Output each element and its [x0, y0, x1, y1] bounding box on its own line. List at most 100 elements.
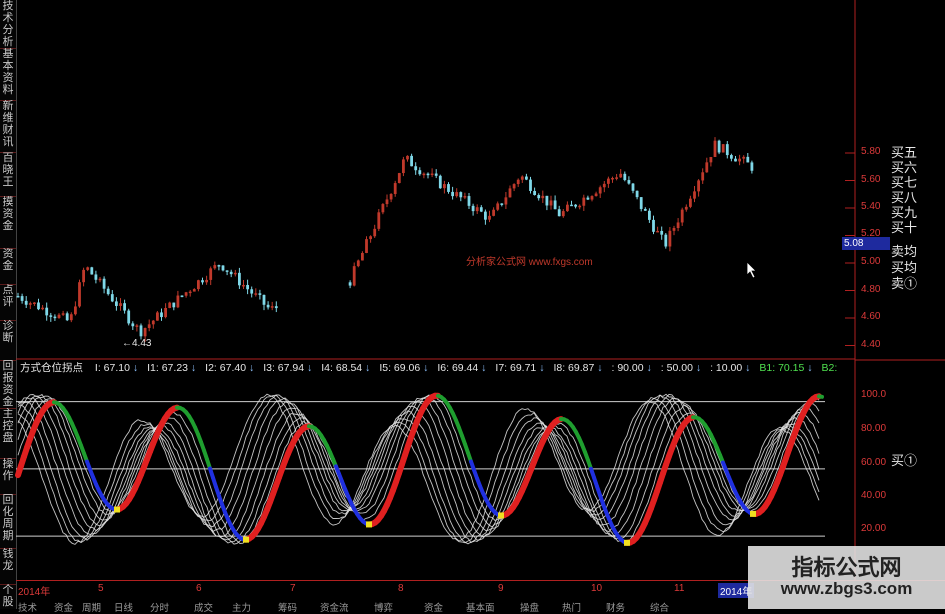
down-arrow-icon: ↓ [478, 362, 486, 374]
mouse-cursor-icon [746, 261, 758, 279]
candle-body [714, 141, 717, 157]
price-tick: 4.60 [861, 311, 889, 322]
candle-body [156, 312, 159, 320]
candle-body [70, 314, 73, 320]
turning-point-marker [243, 537, 249, 543]
down-arrow-icon: ↓ [742, 362, 750, 374]
current-price-flag: 5.08 [842, 237, 890, 250]
candle-body [365, 239, 368, 253]
candle-body [574, 205, 577, 207]
site-watermark: 指标公式网 www.zbgs3.com [748, 546, 945, 609]
candle-body [386, 199, 389, 204]
candle-body [521, 177, 524, 180]
bottom-tab[interactable]: 资金 [424, 600, 443, 614]
indicator-param: B2: 70.42 ↓ [822, 362, 840, 374]
candle-body [127, 311, 130, 324]
candle-body [246, 285, 249, 289]
indicator-param: I4: 68.54 ↓ [321, 362, 370, 374]
candle-body [148, 324, 151, 328]
indicator-param: : 90.00 ↓ [612, 362, 652, 374]
candle-body [664, 235, 667, 247]
candle-body [652, 220, 655, 232]
indicator-param: I5: 69.06 ↓ [379, 362, 428, 374]
candle-body [164, 308, 167, 317]
down-arrow-icon: ↓ [693, 362, 701, 374]
candle-body [541, 196, 544, 198]
bottom-tab[interactable]: 分时 [150, 600, 169, 614]
candle-body [730, 155, 733, 159]
month-label: 11 [674, 583, 684, 594]
candle-body [603, 184, 606, 187]
candle-body [197, 280, 200, 289]
bottom-tab[interactable]: 资金流 [320, 600, 349, 614]
down-arrow-icon: ↓ [536, 362, 544, 374]
indicator-signal-label: 买① [891, 454, 917, 468]
candle-body [533, 191, 536, 195]
candle-body [123, 303, 126, 310]
candle-body [410, 156, 413, 166]
candle-body [144, 328, 147, 336]
candle-body [734, 159, 737, 162]
candle-body [578, 206, 581, 208]
bottom-tab[interactable]: 财务 [606, 600, 625, 614]
candle-body [107, 289, 110, 294]
bottom-tab[interactable]: 资金 [54, 600, 73, 614]
bottom-tab[interactable]: 成交 [194, 600, 213, 614]
bottom-tab[interactable]: 主力 [232, 600, 251, 614]
indicator-param: I6: 69.44 ↓ [437, 362, 486, 374]
order-level-label: 买七 [891, 176, 917, 190]
month-label: 10 [591, 583, 602, 594]
indicator-param: I2: 67.40 ↓ [205, 362, 254, 374]
candle-body [74, 306, 77, 314]
candle-body [587, 198, 590, 200]
bottom-tab[interactable]: 基本面 [466, 600, 495, 614]
candle-body [193, 289, 196, 291]
candle-body [459, 192, 462, 197]
turning-point-marker [498, 512, 504, 518]
candle-body [357, 260, 360, 266]
candle-body [443, 184, 446, 188]
candle-body [685, 207, 688, 210]
candle-body [726, 144, 729, 155]
candle-body [439, 176, 442, 188]
candle-body [464, 196, 467, 198]
candle-body [660, 231, 663, 235]
bottom-tab[interactable]: 日线 [114, 600, 133, 614]
candle-body [377, 212, 380, 229]
candle-body [476, 207, 479, 211]
candle-body [710, 157, 713, 162]
order-level-label: 买八 [891, 191, 917, 205]
candle-body [570, 205, 573, 207]
candle-body [103, 279, 106, 289]
candle-body [746, 157, 749, 163]
candle-body [119, 303, 122, 306]
candle-body [49, 315, 52, 317]
candle-body [238, 273, 241, 285]
indicator-param: B1: 70.15 ↓ [759, 362, 812, 374]
candle-body [718, 141, 721, 153]
down-arrow-icon: ↓ [420, 362, 428, 374]
signal-line-segment [819, 396, 822, 397]
turning-point-marker [750, 511, 756, 517]
bottom-tab[interactable]: 周期 [82, 600, 101, 614]
bottom-tab[interactable]: 技术 [18, 600, 37, 614]
turning-point-marker [114, 507, 120, 513]
candle-body [275, 306, 278, 308]
order-level-label: 买均 [891, 261, 917, 275]
bottom-tab[interactable]: 综合 [650, 600, 669, 614]
indicator-param: I3: 67.94 ↓ [263, 362, 312, 374]
candle-body [431, 174, 434, 176]
bottom-tab[interactable]: 操盘 [520, 600, 539, 614]
indicator-title[interactable]: 方式仓位拐点 [20, 362, 83, 374]
stock-chart-canvas[interactable] [0, 0, 945, 609]
bottom-tab[interactable]: 热门 [562, 600, 581, 614]
candle-body [423, 174, 426, 176]
candle-body [86, 267, 89, 270]
candle-body [681, 210, 684, 223]
candle-body [213, 265, 216, 268]
bottom-tab[interactable]: 博弈 [374, 600, 393, 614]
bottom-tab[interactable]: 筹码 [278, 600, 297, 614]
down-arrow-icon: ↓ [362, 362, 370, 374]
candle-body [648, 211, 651, 220]
watermark-title: 指标公式网 [748, 550, 945, 582]
